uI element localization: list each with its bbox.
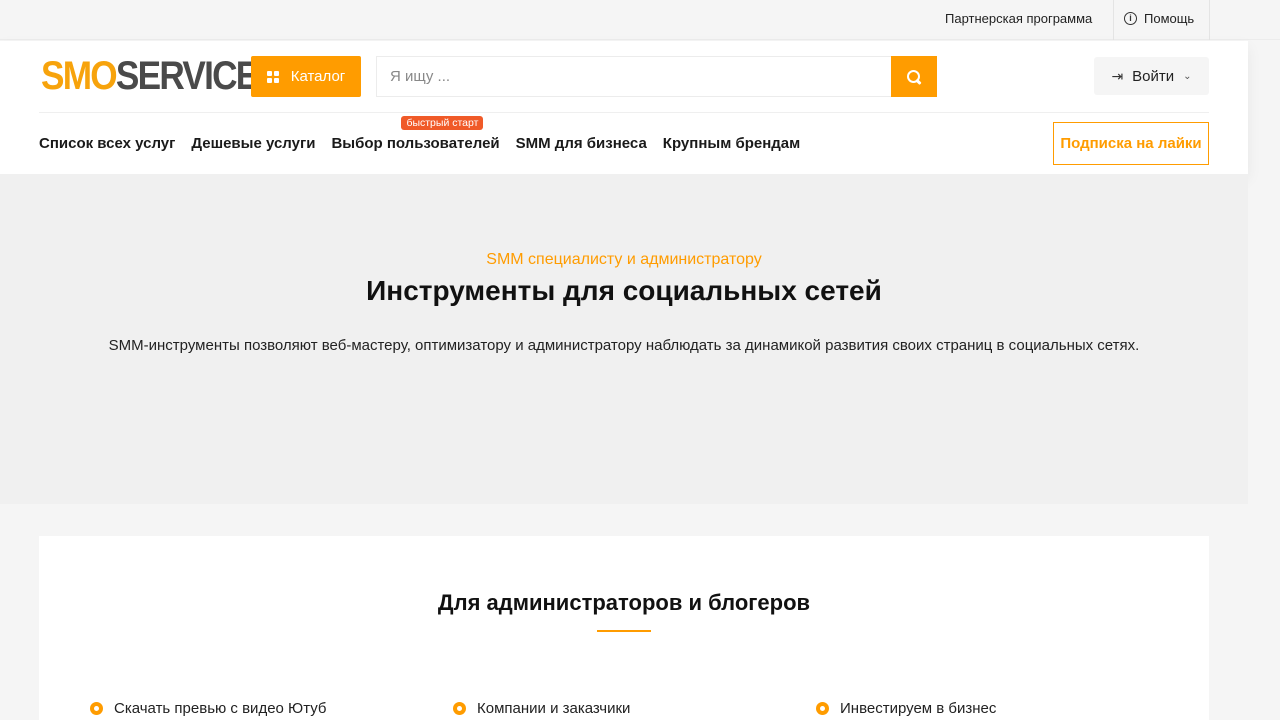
subscribe-likes-button[interactable]: Подписка на лайки xyxy=(1053,122,1209,165)
list-item[interactable]: Компании и заказчики xyxy=(453,700,630,717)
list-item-label: Скачать превью с видео Ютуб xyxy=(114,700,327,717)
nav-item-all-services[interactable]: Список всех услуг xyxy=(39,135,175,152)
search-button[interactable] xyxy=(891,56,937,97)
login-icon: ⇥ xyxy=(1111,67,1124,84)
hero-section: SMM специалисту и администратору Инструм… xyxy=(0,174,1248,504)
main-nav: Список всех услуг Дешевые услуги Выбор п… xyxy=(39,116,800,152)
logo-part-1: SMO xyxy=(41,54,118,98)
quick-start-badge: быстрый старт xyxy=(401,116,484,130)
nav-item-smm-business[interactable]: SMM для бизнеса xyxy=(516,135,647,152)
nav-item-label: Выбор пользователей xyxy=(331,135,500,152)
info-icon: i xyxy=(1124,12,1137,25)
top-bar: Партнерская программа i Помощь xyxy=(0,0,1280,40)
hero-kicker: SMM специалисту и администратору xyxy=(486,251,762,268)
admins-bloggers-card: Для администраторов и блогеров Скачать п… xyxy=(39,536,1209,720)
title-underline xyxy=(597,630,651,632)
logo[interactable]: SMOSERVICE xyxy=(41,54,259,98)
nav-item-cheap-services[interactable]: Дешевые услуги xyxy=(191,135,315,152)
list-item-label: Инвестируем в бизнес xyxy=(840,700,997,717)
search-icon xyxy=(907,69,921,84)
bullet-icon xyxy=(90,702,103,715)
bullet-icon xyxy=(453,702,466,715)
catalog-label: Каталог xyxy=(290,68,346,85)
list-item-label: Компании и заказчики xyxy=(477,700,631,717)
divider xyxy=(1209,0,1210,40)
help-link[interactable]: i Помощь xyxy=(1124,11,1194,26)
grid-icon xyxy=(266,70,279,83)
login-label: Войти xyxy=(1132,67,1175,85)
logo-part-2: SERVICE xyxy=(115,54,259,98)
bullet-icon xyxy=(816,702,829,715)
help-label: Помощь xyxy=(1144,11,1195,26)
nav-item-users-choice[interactable]: Выбор пользователей быстрый старт xyxy=(331,116,500,152)
hero-description: SMM-инструменты позволяют веб-мастеру, о… xyxy=(108,337,1140,354)
page-title: Инструменты для социальных сетей xyxy=(366,275,882,306)
search-bar xyxy=(376,56,937,97)
header-divider xyxy=(39,112,1209,113)
partner-program-link[interactable]: Партнерская программа xyxy=(945,11,1092,26)
catalog-button[interactable]: Каталог xyxy=(251,56,361,97)
search-input[interactable] xyxy=(377,57,891,96)
list-item[interactable]: Инвестируем в бизнес xyxy=(816,700,996,717)
site-header: SMOSERVICE Каталог ⇥ Войти ⌄ Список всех… xyxy=(0,41,1248,174)
chevron-down-icon: ⌄ xyxy=(1183,70,1192,82)
divider xyxy=(1113,0,1114,40)
section-title: Для администраторов и блогеров xyxy=(437,590,811,615)
login-button[interactable]: ⇥ Войти ⌄ xyxy=(1094,57,1209,95)
nav-item-big-brands[interactable]: Крупным брендам xyxy=(663,135,800,152)
list-item[interactable]: Скачать превью с видео Ютуб xyxy=(90,700,327,717)
